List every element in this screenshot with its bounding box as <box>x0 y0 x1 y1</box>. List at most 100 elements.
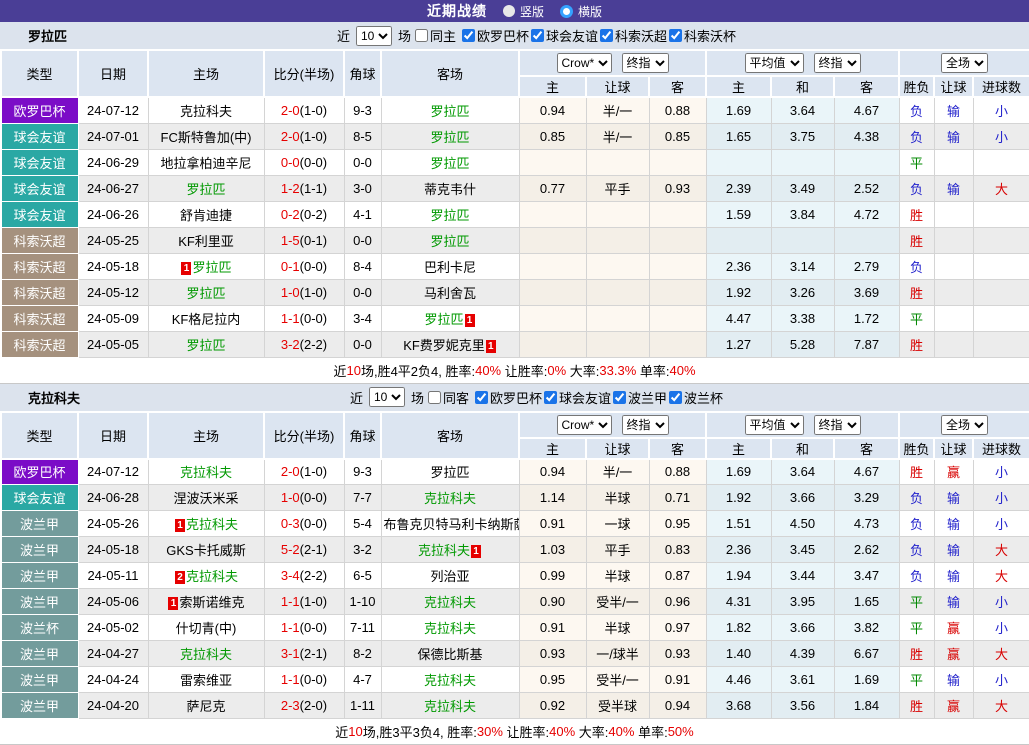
odds-stage-select[interactable]: 终指 <box>622 415 669 435</box>
handicap-away-odds-cell: 0.88 <box>649 459 706 485</box>
league-checkbox[interactable] <box>544 391 557 404</box>
recent-count-select[interactable]: 10 <box>369 387 405 407</box>
same-venue-filter[interactable]: 同客 <box>428 388 469 407</box>
league-filter-科索沃超[interactable]: 科索沃超 <box>600 26 667 45</box>
results-table: 类型 日期 主场 比分(半场) 角球 客场 Crow* 终指 平均值 <box>0 49 1029 358</box>
league-checkbox[interactable] <box>600 29 613 42</box>
league-checkbox[interactable] <box>613 391 626 404</box>
goals-result-cell <box>973 149 1029 175</box>
score-cell: 1-1(0-0) <box>264 305 344 331</box>
avg-draw-cell: 3.44 <box>771 563 834 589</box>
score-cell: 0-3(0-0) <box>264 511 344 537</box>
match-row: 球会友谊24-07-01FC斯特鲁加(中)2-0(1-0)8-5罗拉匹0.85半… <box>1 123 1029 149</box>
col-header-handicap-result: 让球 <box>934 438 973 459</box>
league-checkbox[interactable] <box>531 29 544 42</box>
away-team-cell: 克拉科夫 <box>381 615 519 641</box>
same-venue-label[interactable]: 同客 <box>443 388 469 407</box>
horizontal-layout-label[interactable]: 横版 <box>578 3 602 20</box>
same-venue-checkbox[interactable] <box>428 391 441 404</box>
score-cell: 1-5(0-1) <box>264 227 344 253</box>
avg-home-cell: 4.31 <box>706 589 771 615</box>
fulltime-score: 0-2 <box>281 207 300 222</box>
handicap-result-cell: 输 <box>934 97 973 123</box>
average-select[interactable]: 平均值 <box>745 53 804 73</box>
fulltime-score: 1-1 <box>281 672 300 687</box>
date-cell: 24-07-01 <box>78 123 148 149</box>
league-filter-科索沃杯[interactable]: 科索沃杯 <box>669 26 736 45</box>
horizontal-layout-radio[interactable]: 横版 <box>560 3 602 20</box>
league-filter-球会友谊[interactable]: 球会友谊 <box>531 26 598 45</box>
avg-stage-select[interactable]: 终指 <box>814 415 861 435</box>
team-name: 罗拉匹 <box>192 260 231 275</box>
league-checkbox[interactable] <box>462 29 475 42</box>
col-header-goals-result: 进球数 <box>973 438 1029 459</box>
away-team-cell: 罗拉匹 <box>381 123 519 149</box>
scope-select[interactable]: 全场 <box>941 53 988 73</box>
league-badge: 科索沃超 <box>1 305 78 331</box>
away-team-cell: 巴利卡尼 <box>381 253 519 279</box>
league-badge: 科索沃超 <box>1 331 78 357</box>
avg-away-cell: 3.82 <box>834 615 899 641</box>
goals-result-cell: 小 <box>973 97 1029 123</box>
result-cell: 胜 <box>899 227 934 253</box>
league-badge: 球会友谊 <box>1 485 78 511</box>
handicap-result-cell <box>934 253 973 279</box>
handicap-home-odds-cell <box>519 331 586 357</box>
title-bar: 近期战绩 竖版 横版 <box>0 0 1029 22</box>
avg-draw-cell <box>771 227 834 253</box>
corner-cell: 8-4 <box>344 253 381 279</box>
avg-draw-cell: 3.61 <box>771 667 834 693</box>
league-filter-欧罗巴杯[interactable]: 欧罗巴杯 <box>462 26 529 45</box>
handicap-home-odds-cell: 0.94 <box>519 459 586 485</box>
score-cell: 1-0(0-0) <box>264 485 344 511</box>
handicap-line-cell: 平手 <box>586 537 649 563</box>
same-venue-checkbox[interactable] <box>415 29 428 42</box>
average-select[interactable]: 平均值 <box>745 415 804 435</box>
team-name: 保德比斯基 <box>417 647 482 662</box>
handicap-line-cell: 受半/一 <box>586 667 649 693</box>
home-team-cell: 罗拉匹 <box>148 331 264 357</box>
league-checkbox[interactable] <box>669 391 682 404</box>
avg-draw-cell <box>771 149 834 175</box>
odds-stage-select[interactable]: 终指 <box>622 53 669 73</box>
team-name: 克拉科夫 <box>418 543 470 558</box>
match-row: 波兰甲24-05-061索斯诺维克1-1(1-0)1-10克拉科夫0.90受半/… <box>1 589 1029 615</box>
league-filter-球会友谊[interactable]: 球会友谊 <box>544 388 611 407</box>
handicap-result-cell: 输 <box>934 485 973 511</box>
bookmaker-select[interactable]: Crow* <box>557 53 612 73</box>
summary-text: 让胜率: <box>503 722 549 741</box>
league-filter-波兰杯[interactable]: 波兰杯 <box>669 388 723 407</box>
handicap-line-cell: 半球 <box>586 615 649 641</box>
away-team-cell: 克拉科夫 <box>381 589 519 615</box>
radio-unselected-icon[interactable] <box>503 5 515 17</box>
league-filter-波兰甲[interactable]: 波兰甲 <box>613 388 667 407</box>
result-cell: 负 <box>899 175 934 201</box>
handicap-line-cell <box>586 149 649 175</box>
same-venue-filter[interactable]: 同主 <box>415 26 456 45</box>
scope-select[interactable]: 全场 <box>941 415 988 435</box>
avg-away-cell: 1.84 <box>834 693 899 719</box>
handicap-away-odds-cell <box>649 305 706 331</box>
summary-text: 让胜率: <box>501 361 547 380</box>
league-filter-欧罗巴杯[interactable]: 欧罗巴杯 <box>475 388 542 407</box>
away-team-cell: 保德比斯基 <box>381 641 519 667</box>
bookmaker-select[interactable]: Crow* <box>557 415 612 435</box>
recent-count-select[interactable]: 10 <box>356 26 392 46</box>
vertical-layout-label[interactable]: 竖版 <box>520 3 544 20</box>
avg-stage-select[interactable]: 终指 <box>814 53 861 73</box>
league-checkbox[interactable] <box>669 29 682 42</box>
near-label: 近 <box>350 388 363 407</box>
avg-away-cell: 6.67 <box>834 641 899 667</box>
vertical-layout-radio[interactable]: 竖版 <box>503 3 544 20</box>
handicap-home-odds-cell: 0.90 <box>519 589 586 615</box>
avg-home-cell: 1.92 <box>706 485 771 511</box>
radio-selected-icon[interactable] <box>560 5 573 18</box>
col-header-corner: 角球 <box>344 50 381 97</box>
league-checkbox[interactable] <box>475 391 488 404</box>
handicap-result-cell <box>934 227 973 253</box>
result-cell: 平 <box>899 305 934 331</box>
filter-bar: 罗拉匹 近 10 场 同主 欧罗巴杯球会友谊科索沃超科索沃杯 <box>0 22 1029 49</box>
score-cell: 0-2(0-2) <box>264 201 344 227</box>
same-venue-label[interactable]: 同主 <box>430 26 456 45</box>
corner-cell: 3-0 <box>344 175 381 201</box>
